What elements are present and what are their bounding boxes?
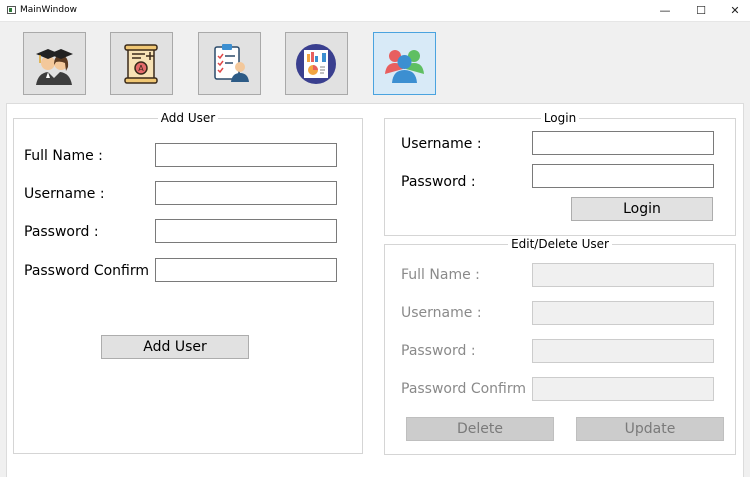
login-password-label: Password :	[401, 174, 476, 190]
maximize-button[interactable]: ☐	[684, 0, 718, 21]
users-button[interactable]	[373, 32, 436, 95]
add-user-title: Add User	[157, 111, 219, 125]
svg-text:A: A	[138, 64, 144, 73]
certificate-button[interactable]: A	[110, 32, 173, 95]
update-button[interactable]: Update	[576, 417, 724, 441]
password-confirm-label: Password Confirm :	[24, 263, 159, 279]
delete-button[interactable]: Delete	[406, 417, 554, 441]
minimize-button[interactable]: —	[648, 0, 682, 21]
edit-full-name-label: Full Name :	[401, 267, 480, 283]
login-title: Login	[540, 111, 580, 125]
edit-username-input[interactable]	[532, 301, 714, 325]
edit-delete-user-group: Edit/Delete User Full Name : Username : …	[384, 237, 736, 455]
password-confirm-input[interactable]	[155, 258, 337, 282]
window-title: MainWindow	[20, 5, 77, 15]
edit-password-confirm-label: Password Confirm :	[401, 381, 536, 397]
edit-delete-title: Edit/Delete User	[508, 237, 612, 251]
edit-password-confirm-input[interactable]	[532, 377, 714, 401]
report-dashboard-icon	[296, 44, 336, 84]
edit-full-name-input[interactable]	[532, 263, 714, 287]
login-group: Login Username : Password : Login	[384, 111, 736, 236]
edit-password-input[interactable]	[532, 339, 714, 363]
edit-password-label: Password :	[401, 343, 476, 359]
login-password-input[interactable]	[532, 164, 714, 188]
close-button[interactable]: ✕	[718, 0, 750, 21]
users-panel: Add User Full Name : Username : Password…	[6, 103, 744, 477]
certificate-scroll-icon: A	[124, 44, 158, 84]
full-name-label: Full Name :	[24, 148, 103, 164]
app-icon	[7, 6, 16, 14]
toolbar: A	[0, 21, 750, 101]
clipboard-checklist-person-icon	[214, 44, 249, 82]
edit-username-label: Username :	[401, 305, 482, 321]
graduates-icon	[36, 49, 73, 85]
username-input[interactable]	[155, 181, 337, 205]
full-name-input[interactable]	[155, 143, 337, 167]
username-label: Username :	[24, 186, 105, 202]
report-button[interactable]	[285, 32, 348, 95]
login-button[interactable]: Login	[571, 197, 713, 221]
graduates-button[interactable]	[23, 32, 86, 95]
password-label: Password :	[24, 224, 99, 240]
add-user-button[interactable]: Add User	[101, 335, 249, 359]
users-group-icon	[385, 50, 424, 83]
password-input[interactable]	[155, 219, 337, 243]
title-bar: MainWindow — ☐ ✕	[0, 0, 750, 22]
login-username-input[interactable]	[532, 131, 714, 155]
login-username-label: Username :	[401, 136, 482, 152]
add-user-group: Add User Full Name : Username : Password…	[13, 111, 363, 454]
clipboard-button[interactable]	[198, 32, 261, 95]
